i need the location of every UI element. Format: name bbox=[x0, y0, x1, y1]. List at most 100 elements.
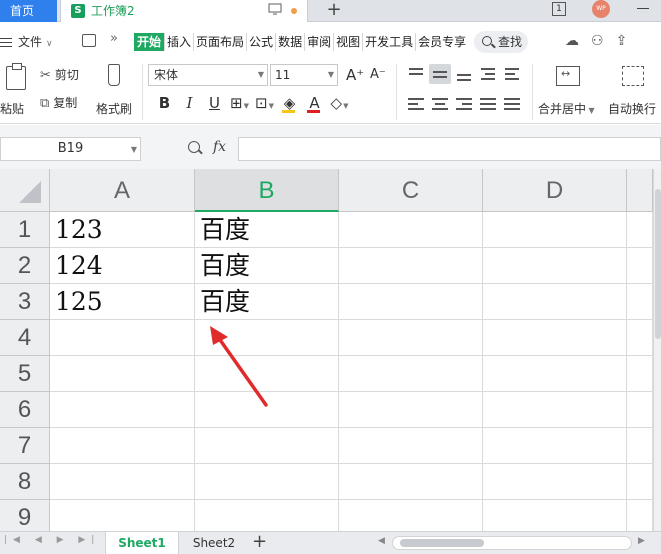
paste-button[interactable]: 粘贴 bbox=[0, 63, 32, 118]
tab-page-layout[interactable]: 页面布局 bbox=[194, 33, 248, 51]
font-name-value: 宋体 bbox=[154, 68, 179, 82]
add-sheet-button[interactable]: + bbox=[252, 531, 267, 552]
spreadsheet-icon: S bbox=[71, 4, 85, 18]
outdent-icon[interactable] bbox=[477, 64, 499, 84]
wrap-text-label: 自动换行 bbox=[608, 102, 657, 116]
menu-bar: 文件 ∨ » 开始 插入 页面布局 公式 数据 审阅 视图 开发工具 会员专享 查… bbox=[0, 28, 661, 56]
account-icons: ☁ ⚇ ⇪ bbox=[565, 33, 627, 49]
tab-formulas[interactable]: 公式 bbox=[247, 33, 277, 51]
user-add-icon[interactable]: ⚇ bbox=[591, 33, 604, 49]
chevron-down-icon: ▼ bbox=[327, 70, 334, 79]
share-icon[interactable]: ⇪ bbox=[616, 33, 628, 49]
font-name-select[interactable]: 宋体 ▼ bbox=[148, 64, 268, 86]
clear-format-button[interactable]: ◇▼ bbox=[327, 92, 352, 114]
merge-center-button[interactable]: 合并居中 ▼ bbox=[538, 64, 598, 120]
sheet-tab-sheet1[interactable]: Sheet1 bbox=[105, 532, 179, 554]
distribute-icon[interactable] bbox=[501, 94, 523, 114]
cut-button[interactable]: ✂ 剪切 bbox=[40, 66, 79, 83]
more-menus-button[interactable]: » bbox=[110, 31, 118, 46]
tab-bar: 首页 S 工作簿2 + 1 WP bbox=[0, 0, 661, 22]
sheet-tab-sheet2[interactable]: Sheet2 bbox=[180, 532, 248, 554]
horizontal-scrollbar[interactable]: ◀ ▶ bbox=[374, 536, 654, 550]
align-center-icon[interactable] bbox=[429, 94, 451, 114]
format-painter-button[interactable]: 格式刷 bbox=[96, 64, 136, 120]
formula-input[interactable] bbox=[238, 137, 661, 161]
save-icon[interactable] bbox=[82, 34, 96, 47]
name-box[interactable]: B19 ▼ bbox=[0, 137, 141, 161]
scroll-left-icon[interactable]: ◀ bbox=[378, 536, 385, 546]
underline-button[interactable]: U bbox=[202, 92, 227, 114]
sheet-grid: A B C D 1 123 百度 2 124 百度 3 125 百度 4 5 6 7 8 9 bbox=[0, 169, 661, 531]
zoom-icon[interactable] bbox=[188, 141, 200, 153]
chevron-down-icon: ▼ bbox=[130, 145, 137, 154]
font-size-select[interactable]: 11 ▼ bbox=[270, 64, 338, 86]
monitor-icon[interactable] bbox=[268, 3, 282, 15]
align-bottom-icon[interactable] bbox=[453, 64, 475, 84]
paste-label: 粘贴 bbox=[0, 102, 25, 116]
formula-bar: B19 ▼ fx bbox=[0, 125, 661, 169]
wrap-text-icon bbox=[622, 66, 644, 86]
sheet-nav-arrows[interactable]: |◀ ◀ ▶ ▶| bbox=[4, 535, 100, 545]
format-painter-label: 格式刷 bbox=[96, 102, 133, 116]
tab-member[interactable]: 会员专享 bbox=[416, 33, 468, 51]
merge-cells-icon bbox=[556, 66, 580, 86]
file-menu[interactable]: 文件 ∨ bbox=[0, 33, 53, 50]
minimize-button[interactable] bbox=[632, 0, 654, 18]
search-label: 查找 bbox=[498, 35, 523, 49]
cut-label: 剪切 bbox=[54, 68, 79, 82]
font-color-swatch bbox=[307, 110, 320, 113]
indent-icon[interactable] bbox=[501, 64, 523, 84]
align-left-icon[interactable] bbox=[405, 94, 427, 114]
vertical-scrollbar-thumb[interactable] bbox=[655, 189, 661, 339]
window-count-icon[interactable]: 1 bbox=[552, 2, 566, 16]
avatar[interactable]: WP bbox=[592, 0, 610, 18]
annotation-arrow bbox=[210, 326, 268, 407]
font-size-value: 11 bbox=[275, 68, 291, 82]
format-toolbar: B I U ⊞▼ ⊡▼ ◈ A ◇▼ bbox=[152, 92, 352, 114]
align-middle-icon[interactable] bbox=[429, 64, 451, 84]
unsaved-dot-icon bbox=[291, 8, 297, 14]
divider bbox=[532, 64, 533, 120]
new-tab-button[interactable]: + bbox=[322, 0, 346, 22]
tab-insert[interactable]: 插入 bbox=[165, 33, 195, 51]
tab-view[interactable]: 视图 bbox=[334, 33, 364, 51]
file-menu-label: 文件 bbox=[18, 35, 43, 49]
increase-font-button[interactable]: A⁺ bbox=[346, 66, 364, 84]
copy-icon: ⧉ bbox=[40, 96, 50, 111]
scissors-icon: ✂ bbox=[40, 68, 51, 83]
vertical-scrollbar[interactable] bbox=[653, 169, 661, 531]
copy-button[interactable]: ⧉ 复制 bbox=[40, 94, 77, 111]
search-button[interactable]: 查找 bbox=[474, 31, 528, 53]
copy-label: 复制 bbox=[53, 96, 78, 110]
align-right-icon[interactable] bbox=[453, 94, 475, 114]
divider bbox=[142, 64, 143, 120]
fill-color-button[interactable]: ◈ bbox=[277, 92, 302, 114]
chevron-down-icon: ∨ bbox=[46, 39, 53, 49]
ribbon: 粘贴 ✂ 剪切 ⧉ 复制 格式刷 宋体 ▼ 11 ▼ A⁺ A⁻ B I U ⊞▼ … bbox=[0, 58, 661, 124]
scroll-right-icon[interactable]: ▶ bbox=[638, 536, 645, 546]
hamburger-icon bbox=[0, 38, 12, 47]
search-icon bbox=[482, 36, 492, 46]
justify-icon[interactable] bbox=[477, 94, 499, 114]
tab-review[interactable]: 审阅 bbox=[305, 33, 335, 51]
border-button[interactable]: ⊞▼ bbox=[227, 92, 252, 114]
italic-button[interactable]: I bbox=[177, 92, 202, 114]
brush-icon bbox=[108, 64, 120, 86]
tab-data[interactable]: 数据 bbox=[276, 33, 306, 51]
tab-start[interactable]: 开始 bbox=[134, 33, 166, 51]
align-top-icon[interactable] bbox=[405, 64, 427, 84]
tab-home[interactable]: 首页 bbox=[0, 0, 57, 22]
cell-style-button[interactable]: ⊡▼ bbox=[252, 92, 277, 114]
wrap-text-button[interactable]: 自动换行 bbox=[608, 64, 661, 120]
merge-center-label: 合并居中 ▼ bbox=[538, 102, 595, 116]
horizontal-scrollbar-thumb[interactable] bbox=[400, 539, 484, 547]
bold-button[interactable]: B bbox=[152, 92, 177, 114]
name-box-value: B19 bbox=[57, 141, 84, 156]
function-icon[interactable]: fx bbox=[213, 139, 226, 155]
decrease-font-button[interactable]: A⁻ bbox=[370, 67, 386, 82]
cloud-icon[interactable]: ☁ bbox=[565, 33, 579, 49]
clipboard-icon bbox=[6, 63, 26, 90]
tab-workbook-title: 工作簿2 bbox=[91, 4, 135, 18]
tab-developer[interactable]: 开发工具 bbox=[363, 33, 417, 51]
font-color-button[interactable]: A bbox=[302, 92, 327, 114]
